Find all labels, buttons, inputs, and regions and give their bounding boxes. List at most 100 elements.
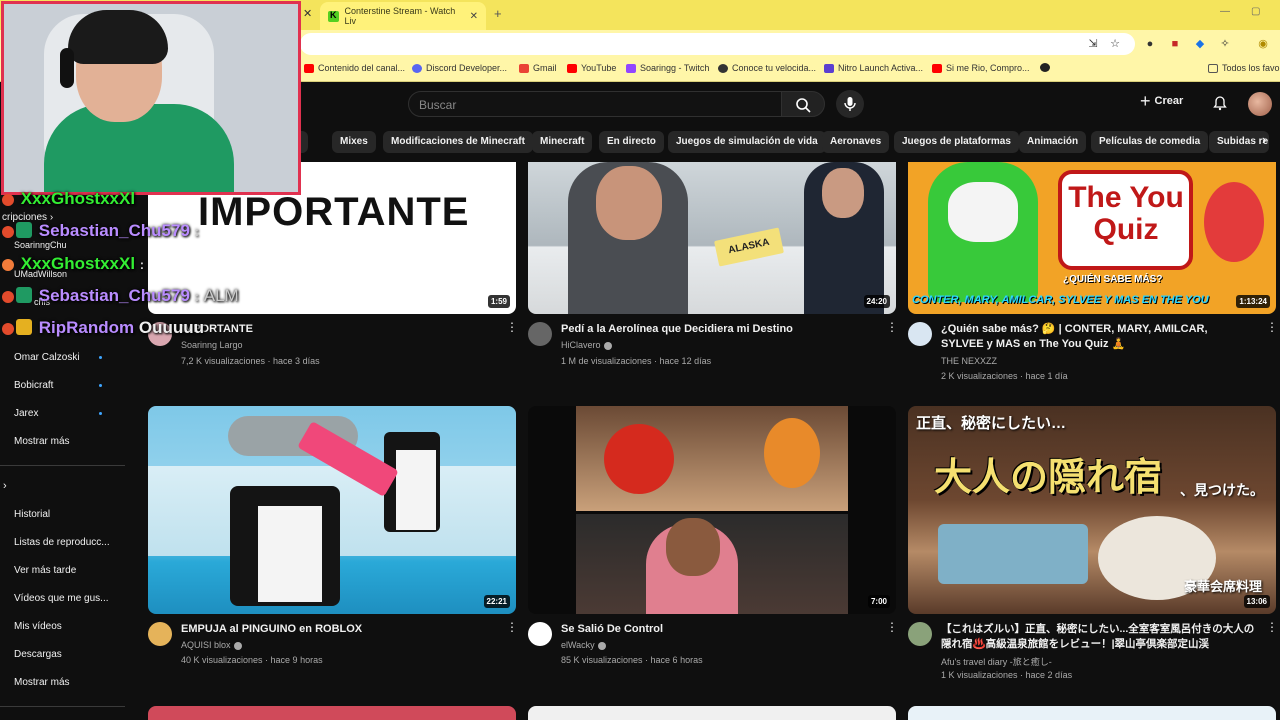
verified-icon	[603, 341, 612, 350]
search-input[interactable]: Buscar	[408, 91, 782, 117]
video-thumbnail[interactable]	[148, 706, 516, 720]
account-avatar[interactable]	[1248, 92, 1272, 116]
more-vert-icon[interactable]: ⋮	[1266, 321, 1278, 333]
new-tab-icon[interactable]: +	[494, 6, 502, 21]
video-thumbnail[interactable]	[908, 706, 1276, 720]
youtube-icon	[304, 63, 314, 73]
chat-separator: :	[194, 289, 199, 304]
chat-message: Sebastian_Chu579 :	[2, 221, 199, 241]
notifications-bell-icon[interactable]	[1212, 95, 1228, 111]
profile-icon[interactable]: ◉	[1256, 37, 1270, 51]
sidebar-show-more[interactable]: Mostrar más	[14, 436, 70, 447]
video-thumbnail[interactable]: ALASKA 24:20	[528, 162, 896, 314]
sidebar-item-channel[interactable]: Jarex	[14, 408, 38, 419]
bookmark-item[interactable]: Nitro Launch Activa...	[824, 63, 923, 73]
more-vert-icon[interactable]: ⋮	[506, 621, 518, 633]
chip[interactable]: Películas de comedia	[1091, 131, 1209, 153]
more-vert-icon[interactable]: ⋮	[1266, 621, 1278, 633]
search-button[interactable]	[781, 91, 825, 117]
bookmark-item[interactable]	[1040, 63, 1050, 72]
chip[interactable]: Minecraft	[532, 131, 593, 153]
chat-username: XxxGhostxxXl	[20, 254, 136, 273]
channel-name[interactable]: AQUISI blox	[181, 640, 242, 650]
more-vert-icon[interactable]: ⋮	[506, 321, 518, 333]
sidebar-item-channel[interactable]: Omar Calzoski	[14, 352, 80, 363]
video-thumbnail[interactable]: 正直、秘密にしたい… 大人の隠れ宿 、見つけた。 豪華会席料理 13:06	[908, 406, 1276, 614]
chip[interactable]: Animación	[1019, 131, 1087, 153]
bookmark-item[interactable]: Si me Rio, Compro...	[932, 63, 1030, 73]
bookmark-item[interactable]: Soaringg - Twitch	[626, 63, 709, 73]
extension-icon[interactable]: ●	[1143, 37, 1157, 51]
microphone-icon	[844, 97, 856, 111]
bookmark-item[interactable]: YouTube	[567, 63, 616, 73]
channel-name[interactable]: elWacky	[561, 640, 606, 650]
extensions-puzzle-icon[interactable]: ✧	[1218, 37, 1232, 51]
channel-avatar[interactable]	[908, 322, 932, 346]
sidebar-divider	[0, 465, 125, 466]
minimize-icon[interactable]: —	[1220, 6, 1230, 17]
video-title[interactable]: EMPUJA al PINGUINO en ROBLOX	[181, 622, 491, 637]
close-tab-icon[interactable]: ✕	[470, 11, 478, 22]
sidebar-item-watch-later[interactable]: Ver más tarde	[14, 565, 76, 576]
bookmark-item[interactable]: Conoce tu velocida...	[718, 63, 816, 73]
twitch-icon	[626, 63, 636, 73]
maximize-icon[interactable]: ▢	[1251, 6, 1260, 17]
bookmark-item[interactable]: Gmail	[519, 63, 557, 73]
voice-search-button[interactable]	[836, 90, 864, 118]
sidebar-item-liked[interactable]: Vídeos que me gus...	[14, 593, 109, 604]
channel-avatar[interactable]	[908, 622, 932, 646]
bookmark-item[interactable]: Discord Developer...	[412, 63, 507, 73]
thumbnail-top-text: 正直、秘密にしたい…	[916, 415, 1067, 432]
chip[interactable]: Mixes	[332, 131, 376, 153]
channel-name[interactable]: Soarinng Largo	[181, 340, 243, 350]
video-title[interactable]: 【これはズルい】正直、秘密にしたい...全室客室風呂付きの大人の隠れ宿♨️高級温…	[941, 622, 1257, 652]
video-thumbnail[interactable]: 7:00	[528, 406, 896, 614]
all-bookmarks[interactable]: Todos los favor	[1208, 63, 1280, 73]
sidebar-item-channel[interactable]: Bobicraft	[14, 380, 53, 391]
video-meta: 85 K visualizaciones · hace 6 horas	[561, 655, 703, 665]
extension-icon[interactable]: ◆	[1193, 37, 1207, 51]
sidebar-item-channel[interactable]: SoarinngChu	[14, 240, 67, 250]
url-input[interactable]	[300, 33, 1135, 55]
video-title[interactable]: IMPORTANTE	[181, 322, 491, 337]
extension-icon[interactable]: ■	[1168, 37, 1182, 51]
install-app-icon[interactable]: ⇲	[1086, 37, 1100, 51]
channel-avatar[interactable]	[528, 622, 552, 646]
channel-name[interactable]: HiClavero	[561, 340, 612, 350]
sidebar-item-my-videos[interactable]: Mis vídeos	[14, 621, 62, 632]
chip[interactable]: Modificaciones de Minecraft	[383, 131, 533, 153]
channel-name[interactable]: Afu's travel diary -旅と癒し-	[941, 655, 1052, 668]
more-vert-icon[interactable]: ⋮	[886, 321, 898, 333]
bookmark-item[interactable]: Contenido del canal...	[304, 63, 405, 73]
chat-badge-icon	[2, 226, 14, 238]
chevron-right-icon[interactable]: ›	[3, 480, 7, 492]
chip[interactable]: Subidas re	[1209, 131, 1269, 153]
chip[interactable]: Aeronaves	[822, 131, 890, 153]
video-thumbnail[interactable]	[528, 706, 896, 720]
chevron-right-icon[interactable]: ›	[1262, 132, 1266, 147]
sidebar-item-history[interactable]: Historial	[14, 509, 50, 520]
sidebar-item-downloads[interactable]: Descargas	[14, 649, 62, 660]
thumbnail-person-head	[666, 518, 720, 576]
chip[interactable]: En directo	[599, 131, 664, 153]
create-button[interactable]: + Crear	[1140, 92, 1183, 110]
chip[interactable]: Juegos de simulación de vida	[668, 131, 826, 153]
chat-username: Sebastian_Chu579	[38, 221, 190, 240]
video-thumbnail[interactable]: 22:21	[148, 406, 516, 614]
video-title[interactable]: Se Salió De Control	[561, 622, 871, 637]
channel-avatar[interactable]	[148, 622, 172, 646]
channel-avatar[interactable]	[528, 322, 552, 346]
chip[interactable]: Juegos de plataformas	[894, 131, 1019, 153]
video-title[interactable]: ¿Quién sabe más? 🤔 | CONTER, MARY, AMILC…	[941, 322, 1251, 352]
sidebar-show-more[interactable]: Mostrar más	[14, 677, 70, 688]
close-tab-icon[interactable]: ✕	[303, 7, 312, 20]
webcam-overlay	[1, 1, 301, 195]
video-thumbnail[interactable]: The You Quiz ¿QUIÉN SABE MÁS? CONTER, MA…	[908, 162, 1276, 314]
tab-active[interactable]: Conterstine Stream - Watch Liv ✕	[320, 2, 486, 30]
more-vert-icon[interactable]: ⋮	[886, 621, 898, 633]
bookmark-star-icon[interactable]: ☆	[1108, 37, 1122, 51]
channel-name[interactable]: THE NEXXZZ	[941, 356, 997, 366]
video-title[interactable]: Pedí a la Aerolínea que Decidiera mi Des…	[561, 322, 871, 337]
sidebar-item-playlists[interactable]: Listas de reproducc...	[14, 537, 110, 548]
chat-username: Sebastian_Chu579	[38, 286, 190, 305]
